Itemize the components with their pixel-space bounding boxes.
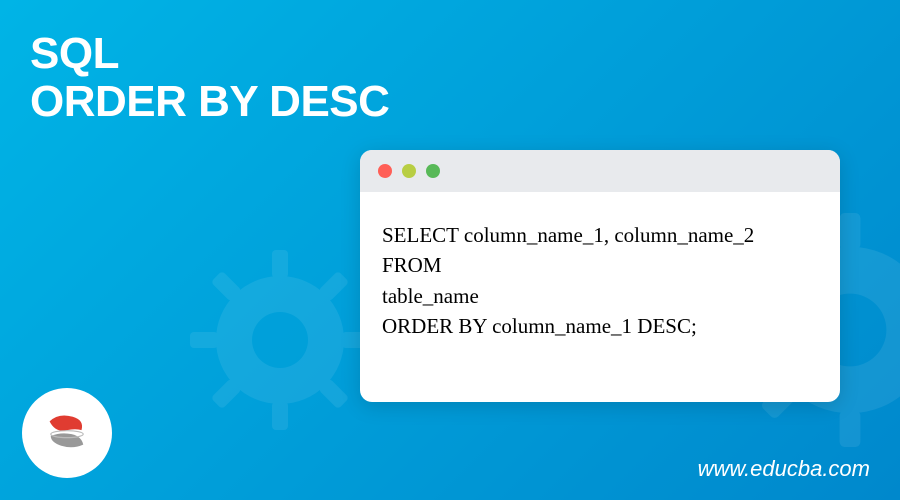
window-minimize-dot: [402, 164, 416, 178]
sql-server-logo-badge: [22, 388, 112, 478]
window-maximize-dot: [426, 164, 440, 178]
code-content: SELECT column_name_1, column_name_2 FROM…: [360, 192, 840, 402]
sql-server-icon: [38, 404, 96, 462]
title-line-1: SQL: [30, 29, 119, 78]
footer-url: www.educba.com: [698, 456, 870, 482]
code-window: SELECT column_name_1, column_name_2 FROM…: [360, 150, 840, 402]
page-title: SQL ORDER BY DESC: [30, 30, 389, 127]
gear-decoration-1: [180, 240, 380, 440]
title-line-2: ORDER BY DESC: [30, 77, 389, 126]
window-close-dot: [378, 164, 392, 178]
window-title-bar: [360, 150, 840, 192]
